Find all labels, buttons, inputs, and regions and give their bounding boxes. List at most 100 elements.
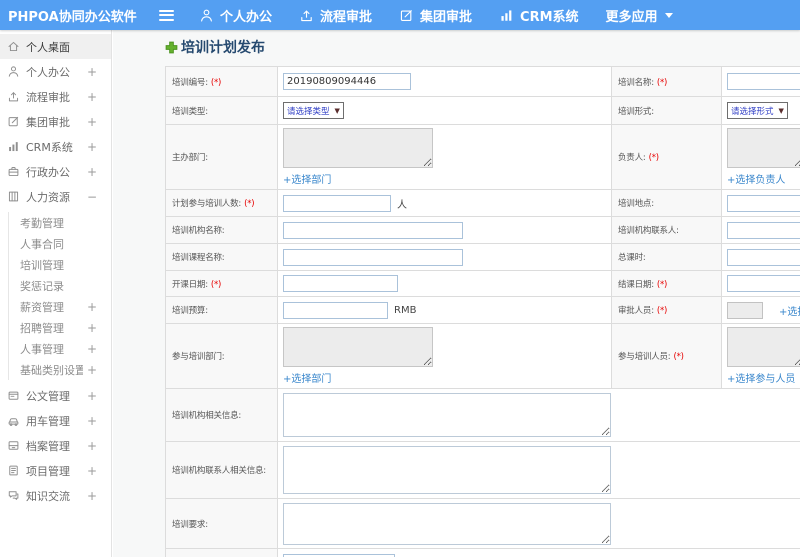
sidebar-item-archive-mgmt[interactable]: 档案管理 + (0, 433, 111, 458)
training-form-field: 请选择形式 ▼ (721, 96, 800, 125)
expand-plus-icon[interactable]: + (87, 342, 97, 356)
leader-label: 负责人: (*) (611, 124, 722, 190)
required-mark: (*) (244, 199, 255, 209)
training-type-label: 培训类型: (165, 96, 278, 125)
nav-item-more-apps[interactable]: 更多应用 (606, 6, 673, 25)
requirements-textarea[interactable] (283, 502, 611, 545)
org-name-input[interactable] (283, 221, 463, 239)
location-input[interactable] (727, 194, 800, 212)
sidebar-subitem-salary[interactable]: 薪资管理 + (9, 296, 111, 317)
expand-plus-icon[interactable]: + (87, 300, 97, 314)
sidebar-submenu-hr: 考勤管理 人事合同 培训管理 奖惩记录 薪资管理 + 招聘管理 + 人事管理 + 基础类别设置 + (8, 212, 111, 380)
sidebar-item-group-approval[interactable]: 集团审批 + (0, 109, 111, 134)
join-depts-textarea[interactable] (283, 327, 433, 367)
leader-textarea[interactable] (727, 128, 800, 168)
select-caret-icon: ▼ (778, 106, 784, 115)
budget-input[interactable] (283, 301, 388, 319)
expand-plus-icon[interactable]: + (87, 65, 97, 79)
leader-field: +选择负责人 (721, 124, 800, 190)
form-row: 培训要求: (165, 498, 800, 549)
sidebar-item-workflow-approval[interactable]: 流程审批 + (0, 84, 111, 109)
org-contact-info-textarea[interactable] (283, 446, 611, 494)
expand-plus-icon[interactable]: + (87, 439, 97, 453)
sidebar-item-label: 集团审批 (26, 115, 70, 129)
expand-plus-icon[interactable]: + (87, 321, 97, 335)
nav-item-workflow-approval[interactable]: 流程审批 (299, 6, 372, 25)
expand-plus-icon[interactable]: + (87, 165, 97, 179)
planned-count-input[interactable] (283, 194, 391, 212)
page-title: 培训计划发布 (181, 40, 265, 56)
sidebar-subitem-personnel[interactable]: 人事管理 + (9, 338, 111, 359)
host-dept-link[interactable]: +选择部门 (283, 175, 331, 186)
sidebar-item-label: 用车管理 (26, 414, 70, 428)
sidebar-subitem-base-category[interactable]: 基础类别设置 + (9, 359, 111, 380)
org-info-textarea[interactable] (283, 393, 611, 437)
sidebar-item-hr[interactable]: 人力资源 − (0, 184, 111, 209)
required-mark: (*) (656, 77, 668, 88)
form-row: 培训机构相关信息: (165, 388, 800, 442)
cabinet-icon (7, 190, 20, 203)
total-hours-input[interactable] (727, 248, 800, 266)
collapse-minus-icon[interactable]: − (87, 190, 97, 204)
approver-link[interactable]: +选择审批人员 (779, 303, 800, 318)
nav-item-label: 更多应用 (605, 9, 658, 25)
sidebar-subitem-hr-contract[interactable]: 人事合同 (9, 233, 111, 254)
start-date-label: 开课日期: (*) (165, 270, 278, 297)
required-mark: (*) (656, 279, 668, 290)
hamburger-icon[interactable] (159, 9, 174, 21)
join-depts-link[interactable]: +选择部门 (283, 374, 331, 385)
training-no-input[interactable] (283, 73, 411, 90)
host-dept-field: +选择部门 (277, 124, 612, 190)
expand-plus-icon[interactable]: + (87, 115, 97, 129)
sidebar-item-personal-office[interactable]: 个人办公 + (0, 59, 111, 84)
training-type-select[interactable]: 请选择类型 ▼ (283, 102, 344, 119)
nav-item-group-approval[interactable]: 集团审批 (399, 6, 472, 25)
org-contact-field (721, 216, 800, 244)
course-name-label: 培训课程名称: (165, 243, 278, 271)
start-date-field (277, 270, 612, 297)
leader-link[interactable]: +选择负责人 (727, 175, 785, 186)
training-form-select[interactable]: 请选择形式 ▼ (727, 102, 788, 119)
course-name-input[interactable] (283, 248, 463, 266)
join-people-link[interactable]: +选择参与人员 (727, 374, 795, 385)
approver-input[interactable] (727, 301, 763, 319)
join-people-textarea[interactable] (727, 327, 800, 367)
nav-item-personal-office[interactable]: 个人办公 (199, 6, 272, 25)
sidebar-item-vehicle-mgmt[interactable]: 用车管理 + (0, 408, 111, 433)
sidebar-subitem-recruitment[interactable]: 招聘管理 + (9, 317, 111, 338)
expand-plus-icon[interactable]: + (87, 90, 97, 104)
sidebar-subitem-rewards[interactable]: 奖惩记录 (9, 275, 111, 296)
sidebar-item-knowledge[interactable]: 知识交流 + (0, 483, 111, 508)
expand-plus-icon[interactable]: + (87, 363, 97, 377)
host-dept-textarea[interactable] (283, 128, 433, 168)
sidebar-item-personal-desktop[interactable]: 个人桌面 (0, 34, 111, 59)
expand-plus-icon[interactable]: + (87, 140, 97, 154)
nav-item-crm[interactable]: CRM系统 (499, 6, 579, 25)
end-date-input[interactable] (727, 275, 800, 292)
sidebar-subitem-label: 薪资管理 (20, 300, 64, 314)
upload-icon (7, 90, 20, 103)
org-contact-input[interactable] (727, 221, 800, 239)
sidebar-item-project-mgmt[interactable]: 项目管理 + (0, 458, 111, 483)
expand-plus-icon[interactable]: + (87, 489, 97, 503)
requirements-field (277, 498, 800, 549)
requirements-label: 培训要求: (165, 498, 278, 549)
planned-count-label: 计划参与培训人数: (*) (165, 189, 278, 217)
sidebar-item-admin-office[interactable]: 行政办公 + (0, 159, 111, 184)
training-name-label: 培训名称: (*) (611, 66, 722, 97)
host-dept-label: 主办部门: (165, 124, 278, 190)
sidebar-item-doc-mgmt[interactable]: 公文管理 + (0, 383, 111, 408)
join-depts-label: 参与培训部门: (165, 323, 278, 389)
sidebar-subitem-attendance[interactable]: 考勤管理 (9, 212, 111, 233)
expand-plus-icon[interactable]: + (87, 464, 97, 478)
budget-field: RMB (277, 296, 612, 324)
start-date-input[interactable] (283, 275, 398, 292)
sidebar-subitem-training[interactable]: 培训管理 (9, 254, 111, 275)
expand-plus-icon[interactable]: + (87, 389, 97, 403)
training-name-input[interactable] (727, 73, 800, 90)
form-row: 培训课程名称: 总课时: (165, 243, 800, 271)
sidebar-item-crm[interactable]: CRM系统 + (0, 134, 111, 159)
home-icon (7, 40, 20, 53)
expand-plus-icon[interactable]: + (87, 414, 97, 428)
form-row: 主办部门: +选择部门 负责人: (*) +选择负责人 (165, 124, 800, 190)
